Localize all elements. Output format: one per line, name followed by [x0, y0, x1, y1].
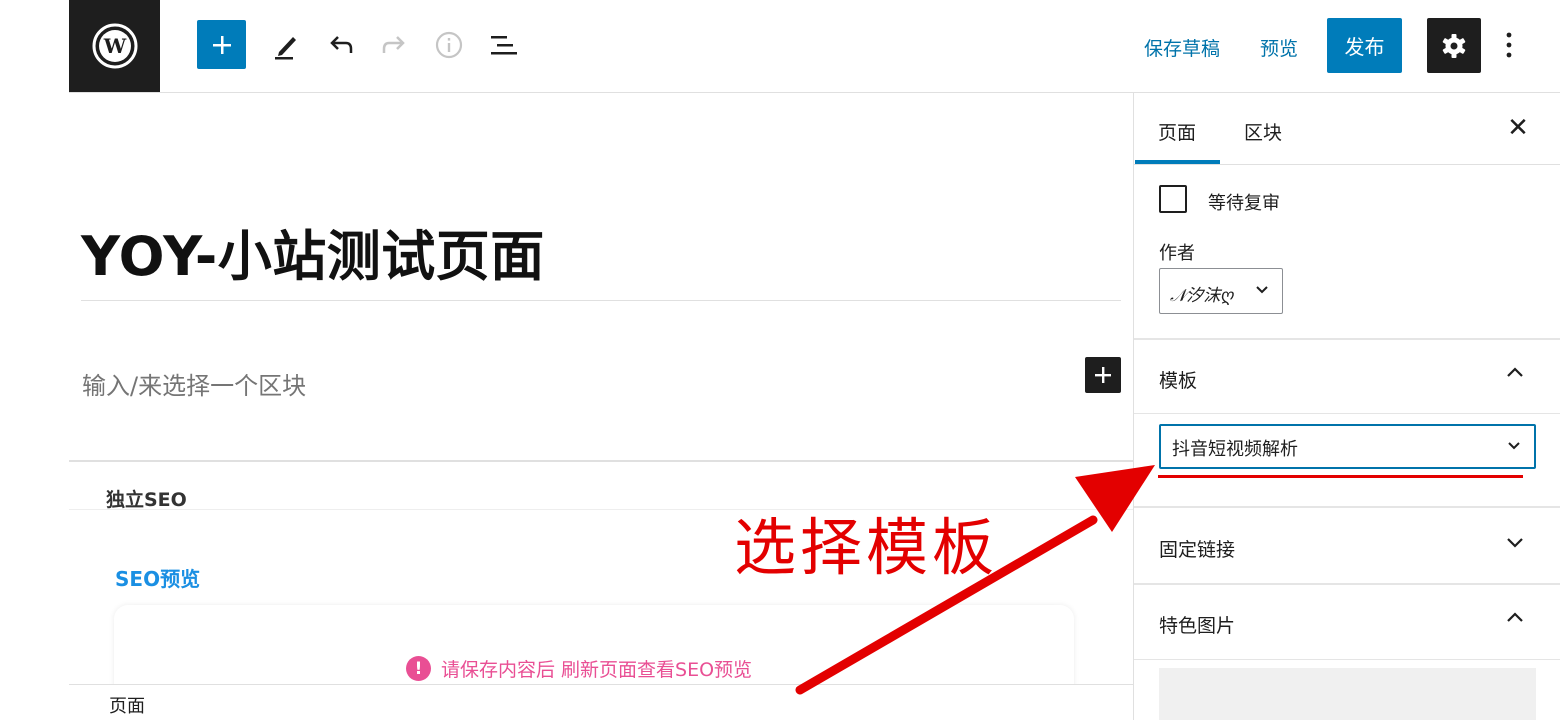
info-icon [435, 31, 463, 59]
template-value: 抖音短视频解析 [1172, 439, 1298, 460]
chevron-down-icon [1507, 435, 1521, 456]
panel-divider [1134, 338, 1560, 340]
panel-divider [1134, 413, 1560, 414]
meta-box-divider [69, 460, 1133, 462]
plus-icon [1095, 367, 1111, 383]
annotation-text: 选择模板 [734, 511, 999, 584]
pending-review-label: 等待复审 [1208, 193, 1280, 214]
title-divider [81, 300, 1121, 301]
details-button[interactable] [431, 27, 467, 63]
tab-block[interactable]: 区块 [1244, 118, 1282, 145]
seo-preview-title: SEO预览 [115, 567, 201, 591]
wordpress-icon: W [92, 23, 137, 69]
settings-button[interactable] [1427, 18, 1481, 73]
chevron-down-icon[interactable] [1505, 530, 1525, 555]
pending-review-checkbox[interactable] [1159, 185, 1187, 213]
seo-notice: ! 请保存内容后 刷新页面查看SEO预览 [406, 655, 752, 682]
undo-button[interactable] [322, 27, 358, 63]
permalink-panel-title[interactable]: 固定链接 [1159, 535, 1235, 562]
panel-divider [1134, 659, 1560, 660]
gear-icon [1442, 33, 1466, 58]
undo-icon [330, 36, 353, 53]
options-button[interactable] [1494, 27, 1524, 63]
author-value: 𝒩汐沫ღ [1170, 286, 1234, 306]
inline-add-block-button[interactable] [1085, 357, 1121, 393]
wordpress-logo[interactable]: W [69, 0, 160, 92]
publish-button[interactable]: 发布 [1327, 18, 1402, 73]
chevron-up-icon[interactable] [1505, 360, 1525, 385]
annotation-underline [1158, 475, 1523, 478]
plus-icon [212, 35, 231, 54]
edit-tool-button[interactable] [268, 27, 304, 63]
add-block-button[interactable] [197, 20, 246, 69]
seo-notice-text: 请保存内容后 刷新页面查看SEO预览 [441, 659, 753, 681]
featured-image-panel-title[interactable]: 特色图片 [1159, 611, 1235, 638]
panel-divider [1134, 506, 1560, 508]
redo-button[interactable] [377, 27, 413, 63]
post-title[interactable]: YOY-小站测试页面 [81, 212, 545, 291]
template-panel-title[interactable]: 模板 [1159, 366, 1197, 393]
featured-image-placeholder[interactable] [1159, 668, 1536, 720]
tab-page[interactable]: 页面 [1158, 118, 1196, 145]
tabs-divider [1134, 164, 1560, 165]
preview-button[interactable]: 预览 [1260, 34, 1298, 61]
panel-divider [1134, 583, 1560, 585]
chevron-up-icon[interactable] [1505, 605, 1525, 630]
list-view-icon [491, 36, 517, 55]
pencil-icon [275, 37, 296, 60]
seo-metabox-header[interactable]: 独立SEO [106, 485, 187, 512]
list-view-button[interactable] [486, 27, 522, 63]
close-icon[interactable]: ✕ [1503, 113, 1533, 143]
save-draft-button[interactable]: 保存草稿 [1144, 34, 1220, 61]
svg-text:W: W [102, 34, 126, 58]
breadcrumb-page[interactable]: 页面 [109, 692, 145, 718]
more-vertical-icon [1506, 32, 1512, 58]
author-label: 作者 [1159, 243, 1195, 264]
block-placeholder[interactable]: 输入/来选择一个区块 [82, 366, 306, 401]
redo-icon [382, 36, 405, 53]
chevron-down-icon [1255, 280, 1269, 299]
exclamation-icon: ! [406, 656, 431, 681]
